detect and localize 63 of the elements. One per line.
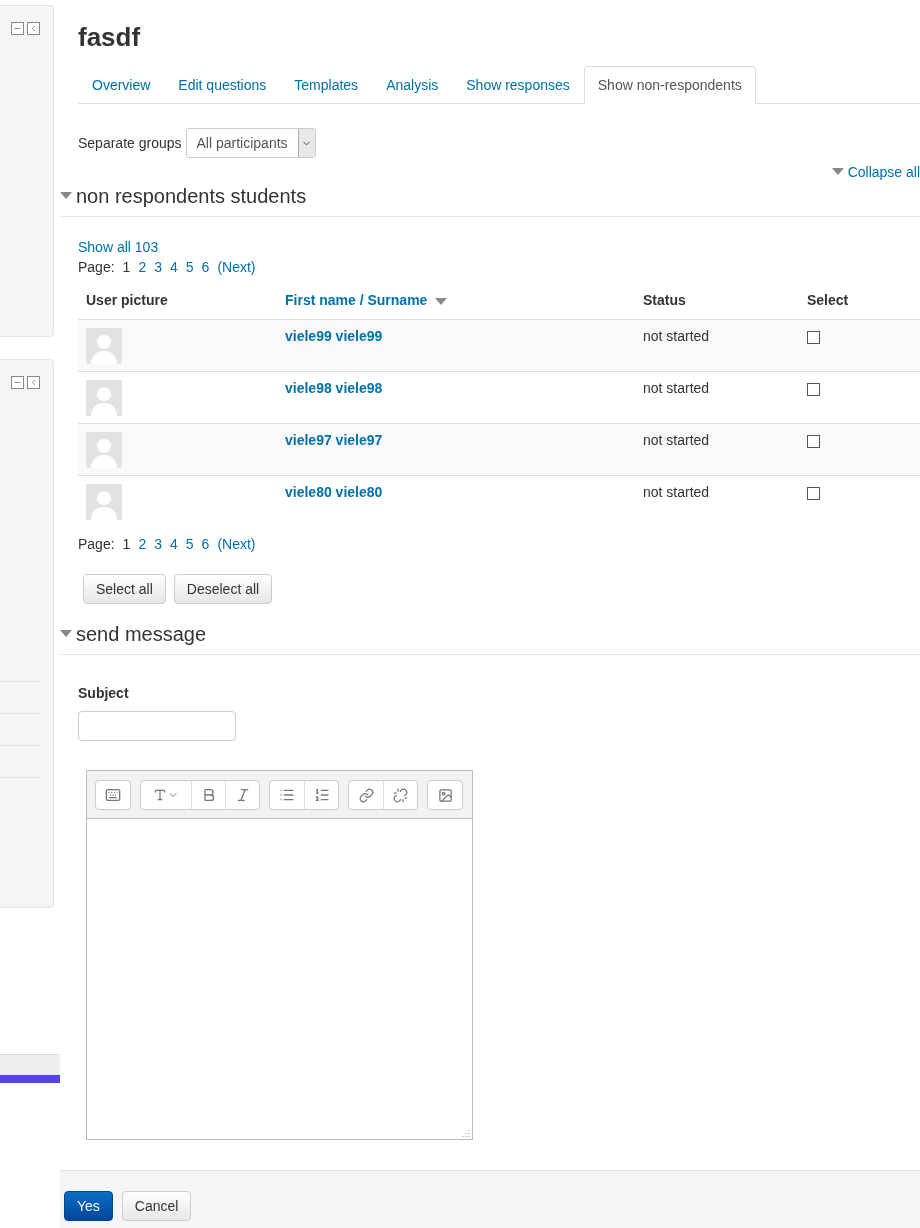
page-link[interactable]: 4 [170, 536, 178, 552]
selection-button[interactable]: Deselect all [173, 574, 273, 604]
sort-icon [435, 298, 448, 306]
section-title: send message [76, 622, 207, 646]
column-header: Select [807, 292, 849, 308]
page-link[interactable]: 5 [185, 536, 194, 552]
user-name-link[interactable]: viele97 viele97 [285, 432, 383, 448]
avatar-icon [86, 328, 122, 364]
tab[interactable]: Overview [78, 66, 165, 104]
select-checkbox[interactable] [807, 487, 820, 500]
dock-icon[interactable] [27, 376, 40, 389]
next-link[interactable]: (Next) [217, 536, 256, 552]
page-link[interactable]: 6 [201, 259, 210, 275]
page-link[interactable]: 6 [201, 536, 210, 552]
avatar-icon [86, 380, 122, 416]
tab[interactable]: Show non-respondents [583, 66, 756, 104]
page-label: Page: [78, 536, 115, 552]
page-link[interactable]: 4 [170, 259, 178, 275]
user-name-link[interactable]: viele80 viele80 [285, 484, 383, 500]
page-link[interactable]: 2 [138, 536, 147, 552]
page-label: Page: [78, 259, 115, 275]
resize-grip-icon[interactable] [462, 1129, 470, 1137]
status-text: not started [643, 432, 710, 448]
collapse-all-link[interactable]: Collapse all [847, 164, 920, 180]
avatar-icon [86, 432, 122, 468]
minimize-icon[interactable] [11, 376, 24, 389]
avatar-icon [86, 484, 122, 520]
column-header: User picture [86, 292, 168, 308]
page-link[interactable]: 2 [138, 259, 147, 275]
next-link[interactable]: (Next) [217, 259, 256, 275]
status-text: not started [643, 484, 710, 500]
column-header: Status [643, 292, 686, 308]
page-link[interactable]: 3 [154, 259, 162, 275]
page-title: fasdf [78, 22, 142, 52]
group-label: Separate groups [78, 135, 182, 151]
confirm-button[interactable]: Yes [64, 1191, 113, 1221]
section-title: non respondents students [76, 184, 307, 208]
page-link[interactable]: 1 [122, 259, 131, 275]
select-checkbox[interactable] [807, 435, 820, 448]
status-text: not started [643, 380, 710, 396]
subject-field[interactable] [78, 711, 236, 741]
page-link[interactable]: 3 [154, 536, 162, 552]
selection-button[interactable]: Select all [83, 574, 166, 604]
show-all-link[interactable]: Show all 103 [78, 239, 159, 255]
tab[interactable]: Analysis [372, 66, 453, 104]
user-name-link[interactable]: viele99 viele99 [285, 328, 383, 344]
status-text: not started [643, 328, 710, 344]
cancel-button[interactable]: Cancel [121, 1191, 192, 1221]
side-bar [0, 1054, 60, 1083]
tab[interactable]: Edit questions [164, 66, 281, 104]
subject-label: Subject [78, 685, 130, 701]
user-name-link[interactable]: viele98 viele98 [285, 380, 383, 396]
select-checkbox[interactable] [807, 383, 820, 396]
select-checkbox[interactable] [807, 331, 820, 344]
caret-icon [831, 168, 844, 176]
dock-icon[interactable] [27, 22, 40, 35]
minimize-icon[interactable] [11, 22, 24, 35]
tab[interactable]: Templates [280, 66, 373, 104]
tab[interactable]: Show responses [452, 66, 584, 104]
page-link[interactable]: 1 [122, 536, 131, 552]
page-link[interactable]: 5 [185, 259, 194, 275]
group-select[interactable]: All participants [185, 128, 316, 158]
column-header[interactable]: First name / Surname [285, 292, 428, 308]
